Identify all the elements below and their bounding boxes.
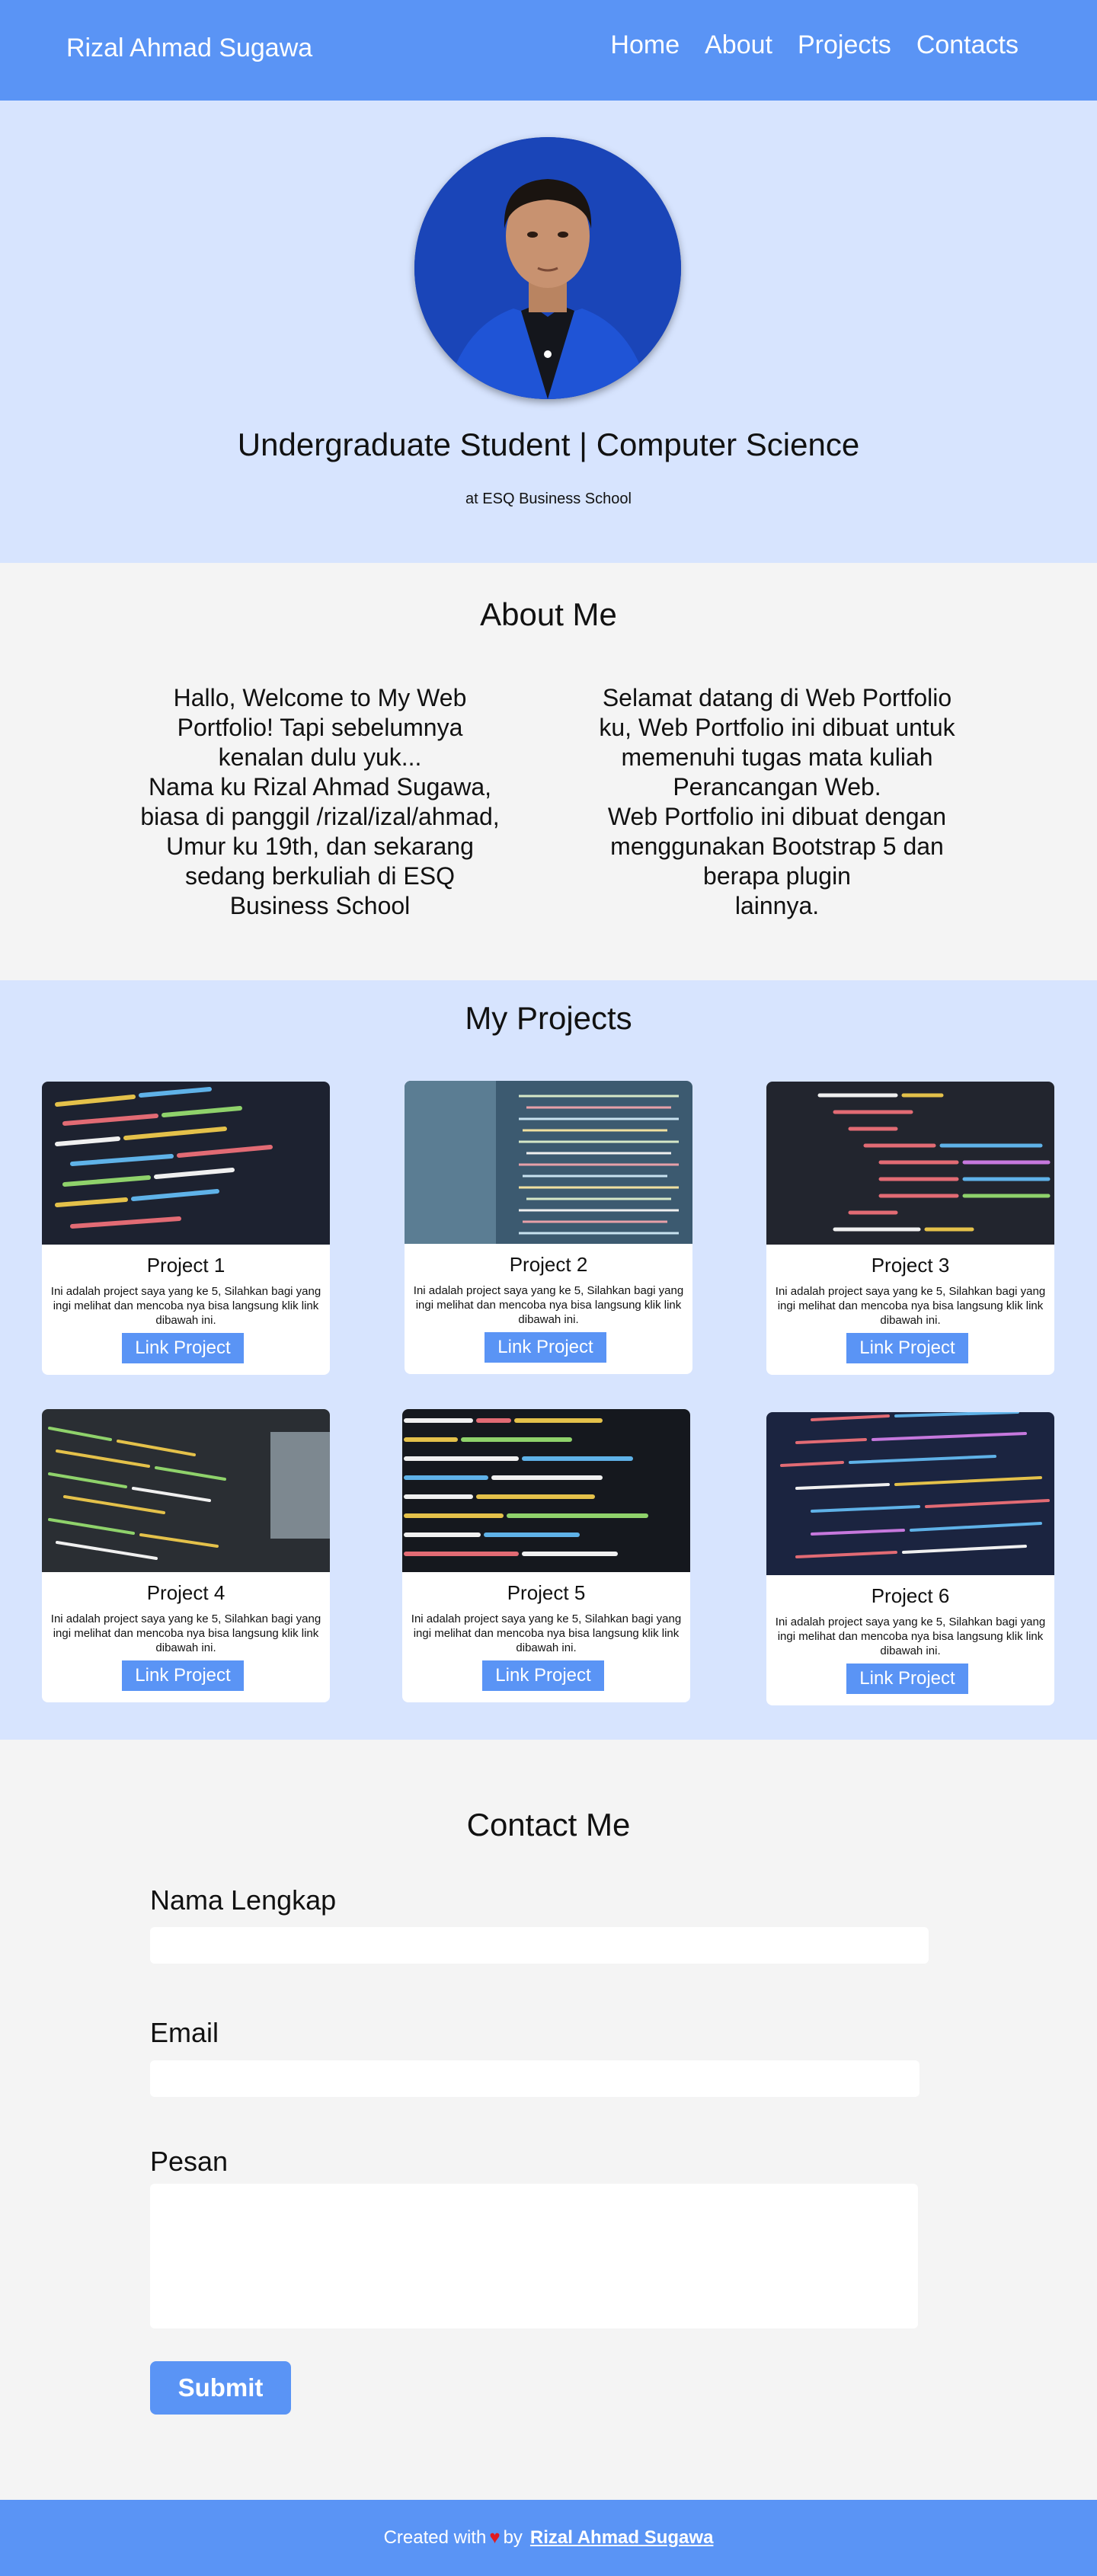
footer-by: by xyxy=(503,2527,523,2548)
contact-title: Contact Me xyxy=(466,1807,631,1843)
name-field[interactable] xyxy=(150,1927,929,1964)
project-description: Ini adalah project saya yang ke 5, Silah… xyxy=(50,1612,321,1654)
project-title: Project 4 xyxy=(146,1581,225,1604)
about-section: About Me Hallo, Welcome to My Web Portfo… xyxy=(0,563,1097,980)
project-description: Ini adalah project saya yang ke 5, Silah… xyxy=(775,1616,1046,1657)
nav-about-link[interactable]: About xyxy=(705,30,772,60)
project-title: Project 5 xyxy=(507,1581,586,1604)
email-label: Email xyxy=(150,2017,219,2048)
project-card: Project 5 Ini adalah project saya yang k… xyxy=(402,1409,690,1702)
project-card: Project 2 Ini adalah project saya yang k… xyxy=(405,1081,692,1374)
hero-subtitle: at ESQ Business School xyxy=(465,491,632,507)
project-description: Ini adalah project saya yang ke 5, Silah… xyxy=(50,1285,321,1327)
project-title: Project 2 xyxy=(509,1253,588,1276)
project-link-button[interactable]: Link Project xyxy=(482,1660,604,1691)
project-title: Project 6 xyxy=(871,1584,950,1607)
heart-icon: ♥ xyxy=(489,2527,501,2548)
footer: Created with ♥ by Rizal Ahmad Sugawa xyxy=(0,2500,1097,2576)
nav-projects-link[interactable]: Projects xyxy=(798,30,891,60)
message-field[interactable] xyxy=(150,2184,918,2328)
project-image xyxy=(42,1409,330,1572)
project-card: Project 1 Ini adalah project saya yang k… xyxy=(42,1082,330,1375)
message-label: Pesan xyxy=(150,2146,229,2177)
project-card: Project 4 Ini adalah project saya yang k… xyxy=(42,1409,330,1702)
submit-button[interactable]: Submit xyxy=(150,2361,291,2415)
projects-section: My Projects Project 1 Ini adalah project… xyxy=(0,980,1097,1740)
project-image xyxy=(42,1082,330,1245)
author-link[interactable]: Rizal Ahmad Sugawa xyxy=(530,2527,714,2548)
project-link-button[interactable]: Link Project xyxy=(122,1333,244,1363)
footer-prefix: Created with xyxy=(383,2527,487,2548)
brand-link[interactable]: Rizal Ahmad Sugawa xyxy=(66,34,312,63)
navbar: Rizal Ahmad Sugawa Home About Projects C… xyxy=(0,0,1097,101)
contact-section: Contact Me Nama Lengkap Email Pesan Subm… xyxy=(0,1740,1097,2500)
email-field[interactable] xyxy=(150,2060,919,2097)
project-title: Project 1 xyxy=(146,1254,225,1277)
project-image xyxy=(405,1081,692,1244)
project-link-button[interactable]: Link Project xyxy=(846,1333,968,1363)
project-card: Project 6 Ini adalah project saya yang k… xyxy=(766,1412,1054,1705)
nav-links: Home About Projects Contacts xyxy=(585,30,1019,60)
project-title: Project 3 xyxy=(871,1254,950,1277)
project-description: Ini adalah project saya yang ke 5, Silah… xyxy=(775,1285,1046,1327)
profile-photo xyxy=(414,137,681,399)
hero-section: Undergraduate Student | Computer Science… xyxy=(0,101,1097,563)
about-text-right: Selamat datang di Web Portfolio ku, Web … xyxy=(599,684,955,919)
about-text-left: Hallo, Welcome to My Web Portfolio! Tapi… xyxy=(140,684,500,919)
hero-title: Undergraduate Student | Computer Science xyxy=(237,427,860,462)
project-card: Project 3 Ini adalah project saya yang k… xyxy=(766,1082,1054,1375)
project-image xyxy=(766,1412,1054,1575)
projects-title: My Projects xyxy=(465,1000,632,1036)
project-image xyxy=(766,1082,1054,1245)
project-link-button[interactable]: Link Project xyxy=(122,1660,244,1691)
project-link-button[interactable]: Link Project xyxy=(485,1332,606,1363)
about-title: About Me xyxy=(480,596,617,632)
nav-home-link[interactable]: Home xyxy=(610,30,680,60)
name-label: Nama Lengkap xyxy=(150,1884,337,1916)
project-description: Ini adalah project saya yang ke 5, Silah… xyxy=(413,1284,684,1326)
project-description: Ini adalah project saya yang ke 5, Silah… xyxy=(411,1612,682,1654)
nav-contacts-link[interactable]: Contacts xyxy=(916,30,1019,60)
project-image xyxy=(402,1409,690,1572)
project-link-button[interactable]: Link Project xyxy=(846,1664,968,1694)
